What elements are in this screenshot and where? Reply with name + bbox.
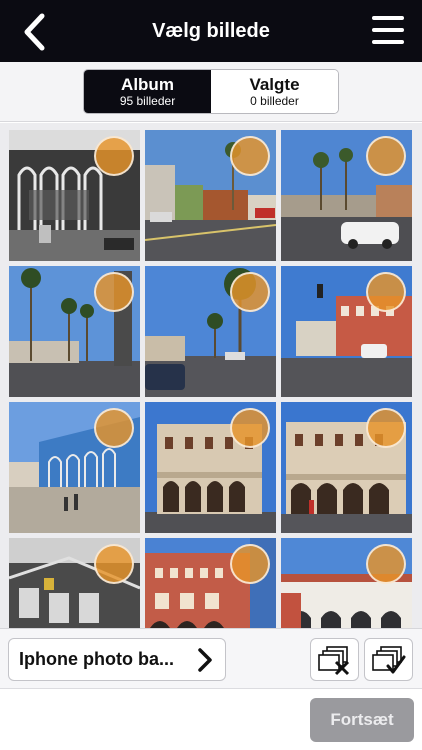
tab-selected-count: 0 billeder	[250, 94, 299, 108]
photo-thumbnail[interactable]	[145, 266, 276, 397]
continue-button[interactable]: Fortsæt	[310, 698, 414, 742]
hamburger-menu-icon	[372, 16, 404, 20]
back-button[interactable]	[14, 10, 58, 54]
photo-thumbnail[interactable]	[281, 130, 412, 261]
album-name: Iphone photo ba...	[19, 649, 174, 669]
selection-indicator[interactable]	[366, 136, 406, 176]
photo-thumbnail[interactable]	[145, 402, 276, 533]
photo-thumbnail[interactable]	[9, 130, 140, 261]
photo-thumbnail[interactable]	[281, 538, 412, 628]
top-bar: Vælg billede	[0, 0, 422, 62]
photo-thumbnail[interactable]	[145, 538, 276, 628]
album-picker-button[interactable]: Iphone photo ba...	[8, 638, 226, 681]
tab-album-count: 95 billeder	[119, 94, 176, 108]
photo-thumbnail[interactable]	[9, 402, 140, 533]
photo-thumbnail[interactable]	[145, 130, 276, 261]
selection-indicator[interactable]	[366, 272, 406, 312]
segment-area: Album 95 billeder Valgte 0 billeder	[0, 62, 422, 122]
photo-thumbnail[interactable]	[281, 266, 412, 397]
selection-indicator[interactable]	[230, 272, 270, 312]
photo-grid[interactable]	[0, 123, 422, 628]
hamburger-menu-icon-bar	[372, 28, 404, 32]
selection-indicator[interactable]	[94, 136, 134, 176]
footer-bar: Fortsæt	[0, 688, 422, 750]
album-toolbar: Iphone photo ba...	[0, 628, 422, 688]
photo-thumbnail[interactable]	[9, 538, 140, 628]
deselect-all-button[interactable]	[310, 638, 359, 681]
tab-album-label: Album	[121, 75, 174, 94]
chevron-right-icon	[198, 648, 212, 672]
deselect-all-icon	[318, 646, 350, 676]
page-title: Vælg billede	[152, 20, 270, 42]
selection-indicator[interactable]	[94, 272, 134, 312]
tab-selected[interactable]: Valgte 0 billeder	[211, 70, 338, 113]
album-selected-toggle: Album 95 billeder Valgte 0 billeder	[83, 69, 339, 114]
chevron-left-icon	[24, 13, 45, 51]
selection-indicator[interactable]	[366, 408, 406, 448]
tab-selected-label: Valgte	[249, 75, 300, 94]
photo-thumbnail[interactable]	[281, 402, 412, 533]
select-all-button[interactable]	[364, 638, 413, 681]
selection-indicator[interactable]	[94, 408, 134, 448]
menu-button[interactable]	[370, 13, 408, 49]
selection-indicator[interactable]	[366, 544, 406, 584]
selection-indicator[interactable]	[230, 544, 270, 584]
select-all-icon	[372, 646, 406, 674]
selection-indicator[interactable]	[230, 408, 270, 448]
tab-album[interactable]: Album 95 billeder	[84, 70, 211, 113]
selection-indicator[interactable]	[94, 544, 134, 584]
hamburger-menu-icon-bar	[372, 40, 404, 44]
photo-thumbnail[interactable]	[9, 266, 140, 397]
selection-indicator[interactable]	[230, 136, 270, 176]
